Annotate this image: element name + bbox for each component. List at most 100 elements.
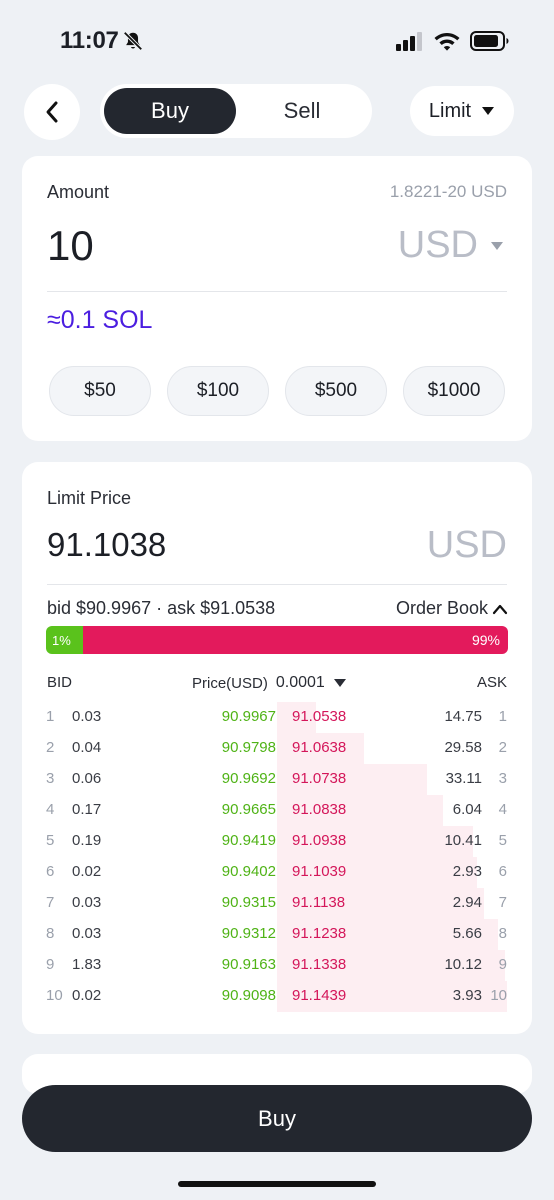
- ask-level-index: 7: [498, 894, 507, 911]
- order-book-row[interactable]: 1 0.03 90.9967 91.0538 14.75 1: [22, 702, 532, 733]
- wifi-icon: [434, 33, 460, 51]
- bid-size: 0.04: [72, 739, 102, 756]
- bid-level-index: 1: [46, 708, 55, 725]
- bid-level-index: 4: [46, 801, 55, 818]
- ask-size: 2.93: [452, 863, 482, 880]
- bid-level-index: 7: [46, 894, 55, 911]
- ask-size: 2.94: [452, 894, 482, 911]
- home-indicator: [178, 1181, 376, 1187]
- amount-currency-label: USD: [397, 224, 478, 266]
- order-book-row[interactable]: 4 0.17 90.9665 91.0838 6.04 4: [22, 795, 532, 826]
- bid-ratio: 1%: [46, 626, 83, 654]
- ask-price: 91.0538: [292, 708, 347, 725]
- amount-range: 1.8221-20 USD: [389, 182, 507, 201]
- tab-buy[interactable]: Buy: [104, 88, 236, 134]
- limit-price-input[interactable]: 91.1038: [47, 526, 166, 564]
- bid-price: 90.9098: [221, 987, 276, 1004]
- quick-amount-row: $50 $100 $500 $1000: [49, 366, 505, 416]
- ask-level-index: 8: [498, 925, 507, 942]
- bell-slash-icon: [123, 31, 143, 51]
- order-book-row[interactable]: 5 0.19 90.9419 91.0938 10.41 5: [22, 826, 532, 857]
- quick-amount-500[interactable]: $500: [285, 366, 387, 416]
- bid-price: 90.9692: [221, 770, 276, 787]
- tab-sell[interactable]: Sell: [236, 88, 368, 134]
- buy-button[interactable]: Buy: [22, 1085, 532, 1152]
- ask-ratio: 99%: [82, 626, 508, 654]
- order-book-toggle[interactable]: Order Book: [396, 598, 508, 619]
- ask-size: 14.75: [444, 708, 482, 725]
- battery-icon: [470, 31, 509, 51]
- ask-size: 29.58: [444, 739, 482, 756]
- order-type-label: Limit: [428, 99, 472, 122]
- limit-price-unit: USD: [426, 524, 507, 566]
- bid-size: 0.06: [72, 770, 102, 787]
- bid-size: 0.03: [72, 894, 102, 911]
- bid-price: 90.9967: [221, 708, 276, 725]
- ask-header: ASK: [476, 674, 507, 691]
- caret-down-icon: [333, 679, 346, 687]
- bid-price: 90.9419: [221, 832, 276, 849]
- bid-size: 0.03: [72, 708, 102, 725]
- ask-price: 91.0738: [292, 770, 347, 787]
- bid-level-index: 2: [46, 739, 55, 756]
- limit-price-card: Limit Price 91.1038 USD bid $90.9967 · a…: [22, 462, 532, 1034]
- ask-size: 10.12: [444, 956, 482, 973]
- bid-level-index: 5: [46, 832, 55, 849]
- order-book-row[interactable]: 7 0.03 90.9315 91.1138 2.94 7: [22, 888, 532, 919]
- order-book-row[interactable]: 9 1.83 90.9163 91.1338 10.12 9: [22, 950, 532, 981]
- bid-level-index: 9: [46, 956, 55, 973]
- ask-price: 91.0638: [292, 739, 347, 756]
- bid-price: 90.9315: [221, 894, 276, 911]
- approx-sol: ≈0.1 SOL: [47, 306, 153, 334]
- order-book-row[interactable]: 2 0.04 90.9798 91.0638 29.58 2: [22, 733, 532, 764]
- amount-label: Amount: [47, 182, 110, 202]
- status-bar: 11:07: [0, 0, 554, 80]
- bid-price: 90.9665: [221, 801, 276, 818]
- chevron-left-icon: [46, 101, 58, 123]
- price-header-label: Price(USD): [192, 674, 268, 692]
- bid-price: 90.9312: [221, 925, 276, 942]
- ask-price: 91.1439: [292, 987, 347, 1004]
- ask-level-index: 1: [498, 708, 507, 725]
- ask-price: 91.1138: [292, 894, 346, 911]
- ask-level-index: 2: [498, 739, 507, 756]
- order-book-row[interactable]: 10 0.02 90.9098 91.1439 3.93 10: [22, 981, 532, 1012]
- caret-down-icon: [482, 107, 495, 115]
- back-button[interactable]: [24, 84, 80, 140]
- ask-size: 3.93: [452, 987, 482, 1004]
- chevron-up-icon: [492, 604, 508, 614]
- amount-currency-select[interactable]: USD: [398, 224, 504, 267]
- divider: [47, 584, 507, 585]
- buy-sell-toggle: Buy Sell: [100, 84, 372, 138]
- ask-price: 91.1238: [292, 925, 347, 942]
- status-time: 11:07: [60, 27, 119, 54]
- bid-price: 90.9798: [221, 739, 276, 756]
- ask-level-index: 6: [498, 863, 507, 880]
- bid-ask-ratio-bar: 1% 99%: [46, 626, 508, 654]
- order-book-row[interactable]: 8 0.03 90.9312 91.1238 5.66 8: [22, 919, 532, 950]
- order-book-row[interactable]: 6 0.02 90.9402 91.1039 2.93 6: [22, 857, 532, 888]
- quick-amount-1000[interactable]: $1000: [403, 366, 505, 416]
- bid-header: BID: [47, 674, 73, 691]
- ask-level-index: 10: [490, 987, 507, 1004]
- bid-price: 90.9402: [221, 863, 276, 880]
- limit-price-label: Limit Price: [47, 488, 132, 508]
- tick-size-select[interactable]: 0.0001: [276, 674, 347, 692]
- bid-size: 0.02: [72, 987, 102, 1004]
- signal-icon: [396, 32, 422, 51]
- caret-down-icon: [491, 241, 503, 250]
- tick-size-label: 0.0001: [275, 674, 325, 691]
- amount-input[interactable]: 10: [47, 222, 94, 270]
- order-book-rows: 1 0.03 90.9967 91.0538 14.75 1 2 0.04 90.9798 91.…: [22, 702, 532, 1012]
- ask-size: 5.66: [452, 925, 482, 942]
- bid-level-index: 10: [46, 987, 63, 1004]
- order-type-dropdown[interactable]: Limit: [410, 86, 514, 136]
- quick-amount-100[interactable]: $100: [167, 366, 269, 416]
- order-book-row[interactable]: 3 0.06 90.9692 91.0738 33.11 3: [22, 764, 532, 795]
- ask-price: 91.1039: [292, 863, 347, 880]
- bid-size: 0.03: [72, 925, 102, 942]
- quick-amount-50[interactable]: $50: [49, 366, 151, 416]
- ask-price: 91.1338: [292, 956, 347, 973]
- bid-size: 1.83: [72, 956, 102, 973]
- bid-level-index: 6: [46, 863, 55, 880]
